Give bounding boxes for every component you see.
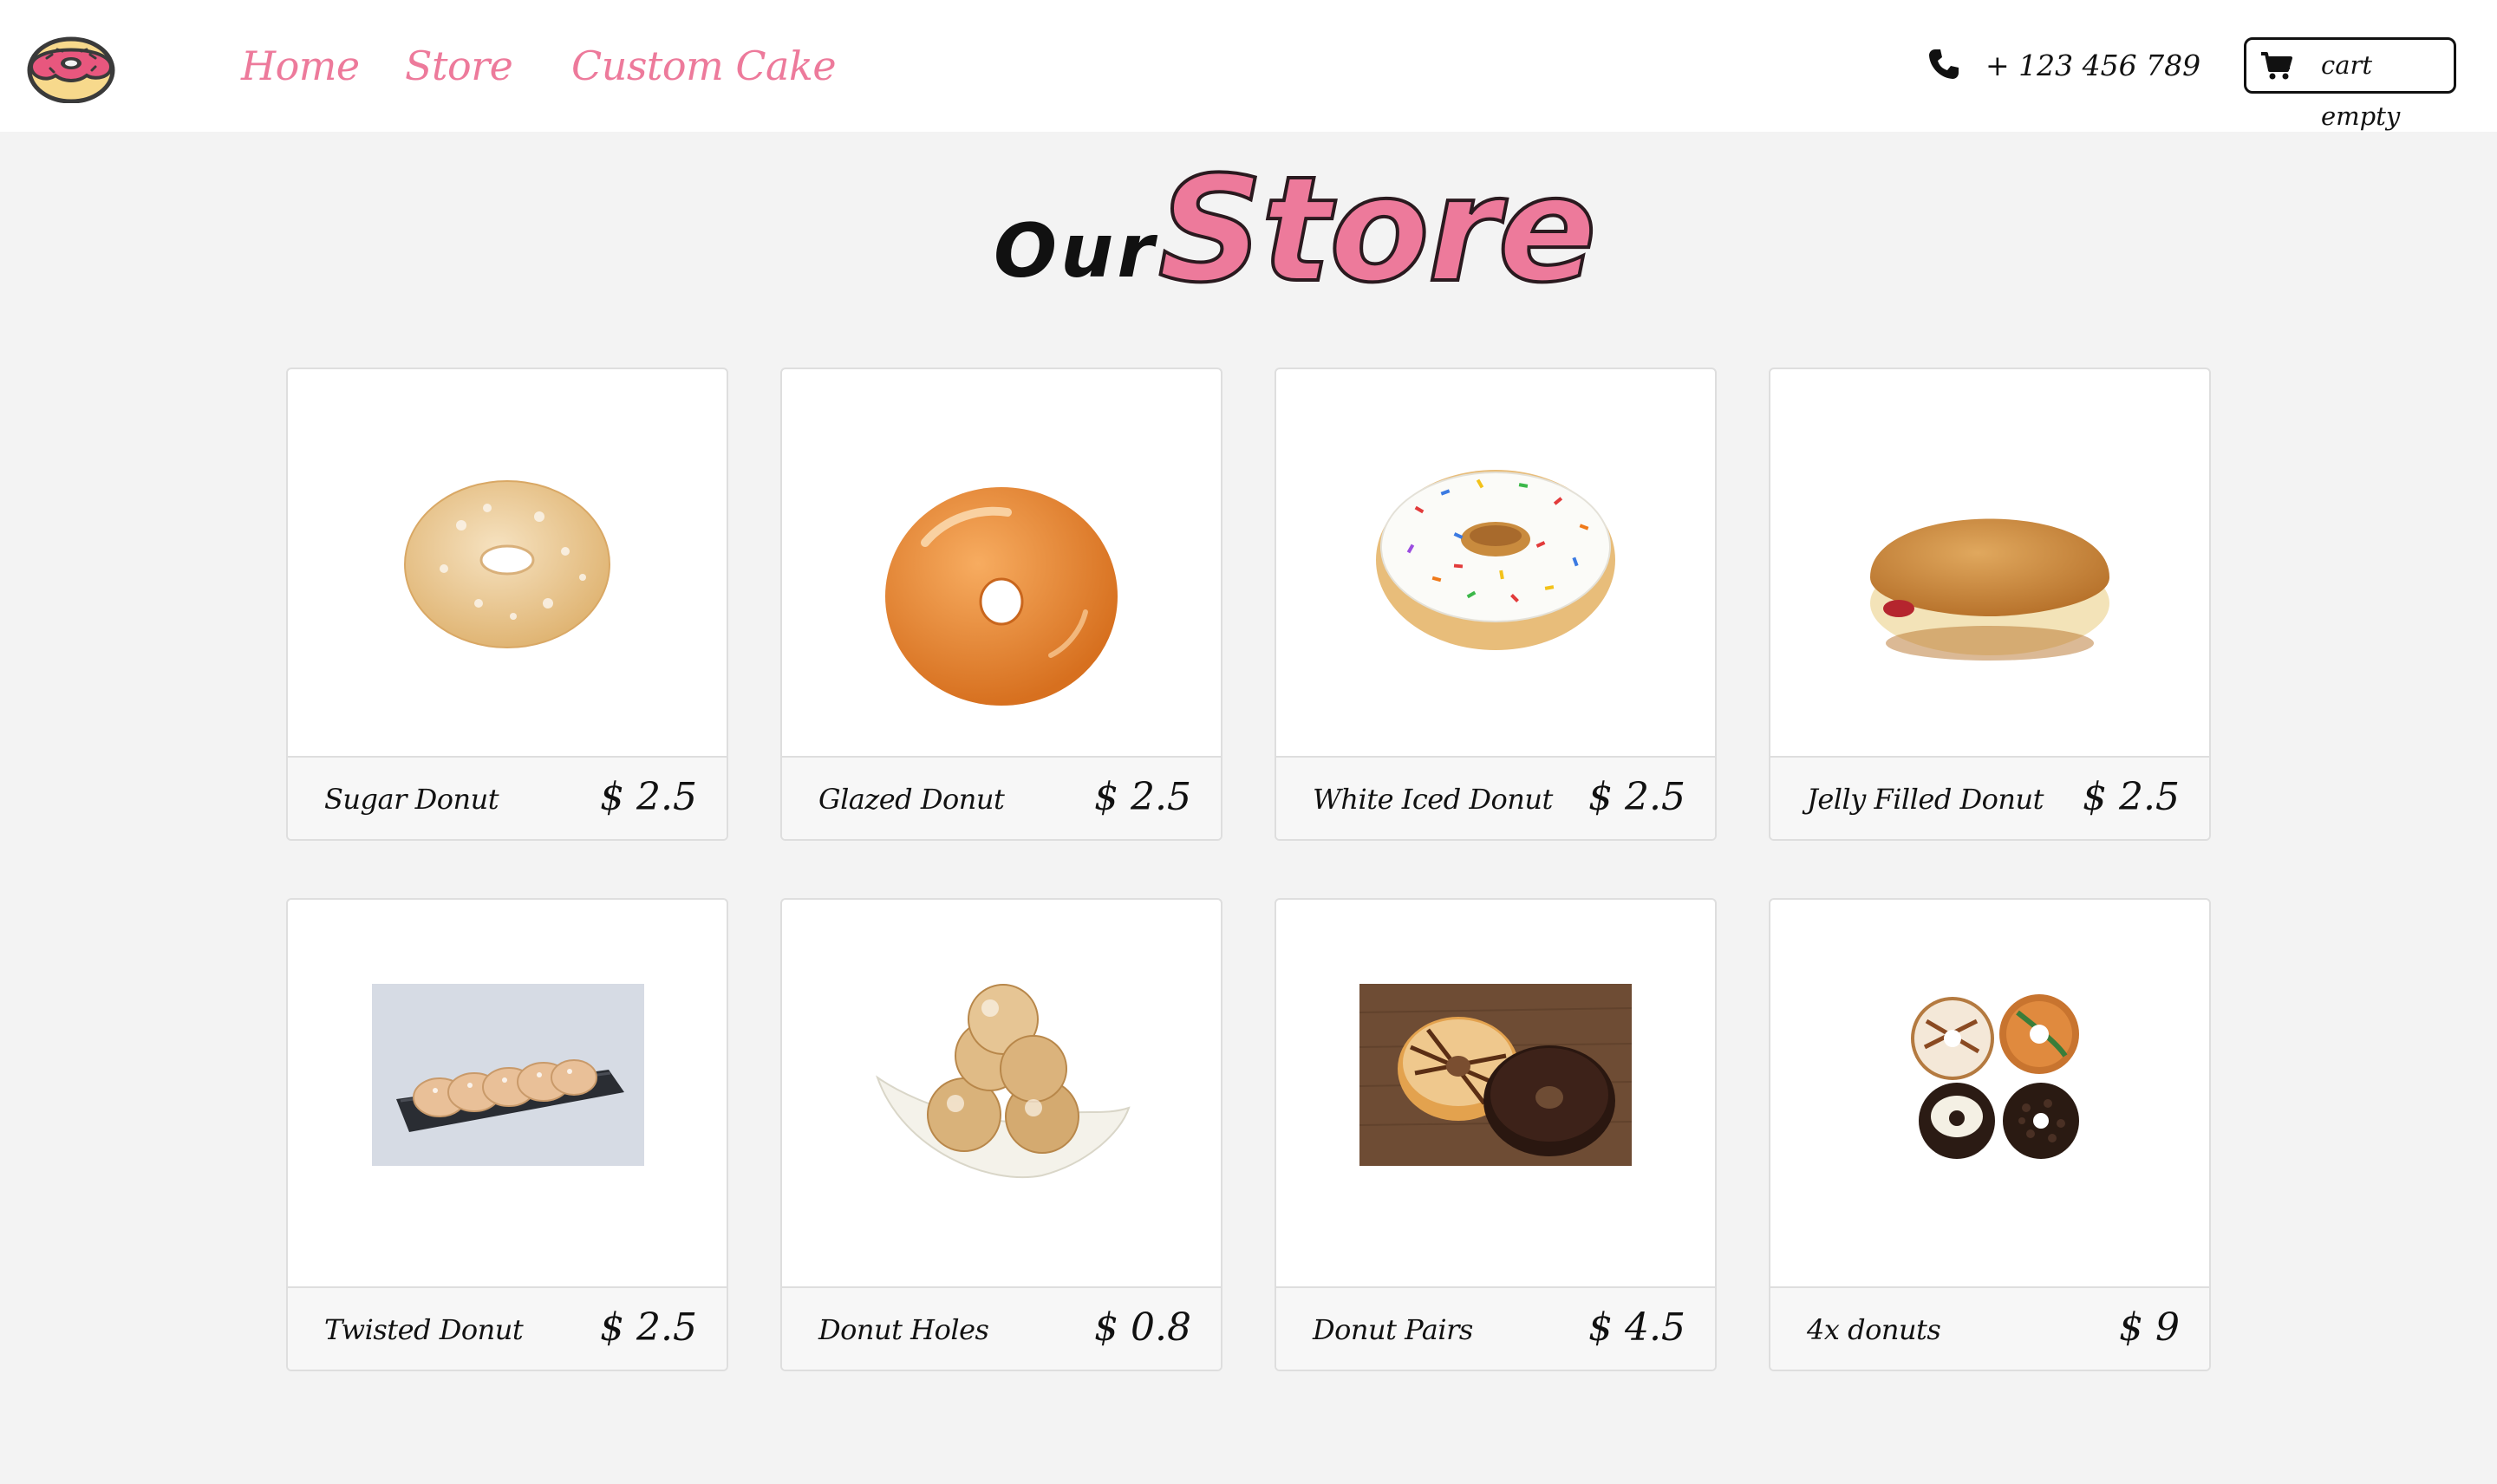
product-footer: Glazed Donut $ 2.5 bbox=[782, 756, 1221, 839]
cart-button[interactable]: cart empty bbox=[2244, 37, 2456, 131]
product-price: $ 2.5 bbox=[1094, 775, 1191, 819]
jelly-filled-donut-image bbox=[1870, 518, 2109, 661]
page-heading: Our Store bbox=[0, 145, 2497, 315]
four-donuts-image bbox=[1911, 994, 2079, 1159]
heading-our: Our bbox=[994, 208, 1157, 295]
product-image bbox=[782, 900, 1221, 1286]
product-footer: White Iced Donut $ 2.5 bbox=[1276, 756, 1715, 839]
product-name: Glazed Donut bbox=[818, 783, 1005, 816]
product-price: $ 2.5 bbox=[2083, 775, 2180, 819]
sugar-donut-image bbox=[404, 480, 610, 648]
product-image bbox=[288, 369, 727, 756]
glazed-donut-image bbox=[885, 487, 1118, 706]
product-footer: Donut Pairs $ 4.5 bbox=[1276, 1286, 1715, 1370]
product-name: Jelly Filled Donut bbox=[1807, 783, 2044, 816]
product-footer: Donut Holes $ 0.8 bbox=[782, 1286, 1221, 1370]
product-name: Sugar Donut bbox=[324, 783, 499, 816]
cart-status: cart empty bbox=[2321, 50, 2401, 131]
product-price: $ 4.5 bbox=[1588, 1305, 1685, 1350]
nav-link-store[interactable]: Store bbox=[405, 38, 513, 94]
nav-link-custom-cake[interactable]: Custom Cake bbox=[571, 38, 837, 94]
product-footer: Sugar Donut $ 2.5 bbox=[288, 756, 727, 839]
product-card[interactable]: Sugar Donut $ 2.5 bbox=[286, 368, 728, 841]
product-image bbox=[288, 900, 727, 1286]
product-price: $ 2.5 bbox=[600, 1305, 697, 1350]
product-price: $ 2.5 bbox=[1588, 775, 1685, 819]
white-iced-donut-image bbox=[1376, 470, 1615, 650]
donut-holes-image bbox=[876, 984, 1131, 1179]
product-footer: 4x donuts $ 9 bbox=[1770, 1286, 2209, 1370]
product-footer: Twisted Donut $ 2.5 bbox=[288, 1286, 727, 1370]
product-footer: Jelly Filled Donut $ 2.5 bbox=[1770, 756, 2209, 839]
product-image bbox=[1770, 900, 2209, 1286]
product-image bbox=[782, 369, 1221, 756]
product-card[interactable]: 4x donuts $ 9 bbox=[1769, 898, 2211, 1371]
product-card[interactable]: Glazed Donut $ 2.5 bbox=[780, 368, 1222, 841]
product-name: 4x donuts bbox=[1807, 1313, 1941, 1346]
product-image bbox=[1276, 369, 1715, 756]
product-name: Twisted Donut bbox=[324, 1313, 524, 1346]
nav-link-home[interactable]: Home bbox=[241, 38, 360, 94]
product-image bbox=[1276, 900, 1715, 1286]
product-name: Donut Pairs bbox=[1313, 1313, 1473, 1346]
donut-pairs-image bbox=[1359, 984, 1633, 1166]
product-price: $ 0.8 bbox=[1094, 1305, 1191, 1350]
product-card[interactable]: White Iced Donut $ 2.5 bbox=[1275, 368, 1717, 841]
product-card[interactable]: Twisted Donut $ 2.5 bbox=[286, 898, 728, 1371]
product-card[interactable]: Donut Holes $ 0.8 bbox=[780, 898, 1222, 1371]
phone-number: + 123 456 789 bbox=[1985, 49, 2201, 82]
top-navbar: Home Store Custom Cake + 123 456 789 car… bbox=[0, 0, 2497, 132]
donut-logo-icon[interactable] bbox=[26, 29, 116, 103]
twisted-donut-image bbox=[372, 984, 644, 1166]
product-image bbox=[1770, 369, 2209, 756]
product-name: Donut Holes bbox=[818, 1313, 989, 1346]
product-price: $ 9 bbox=[2119, 1305, 2180, 1350]
product-price: $ 2.5 bbox=[600, 775, 697, 819]
product-card[interactable]: Jelly Filled Donut $ 2.5 bbox=[1769, 368, 2211, 841]
product-card[interactable]: Donut Pairs $ 4.5 bbox=[1275, 898, 1717, 1371]
phone-icon bbox=[1929, 49, 1959, 79]
product-name: White Iced Donut bbox=[1313, 783, 1553, 816]
heading-store: Store bbox=[1157, 145, 1599, 315]
shopping-cart-icon bbox=[2261, 52, 2292, 80]
